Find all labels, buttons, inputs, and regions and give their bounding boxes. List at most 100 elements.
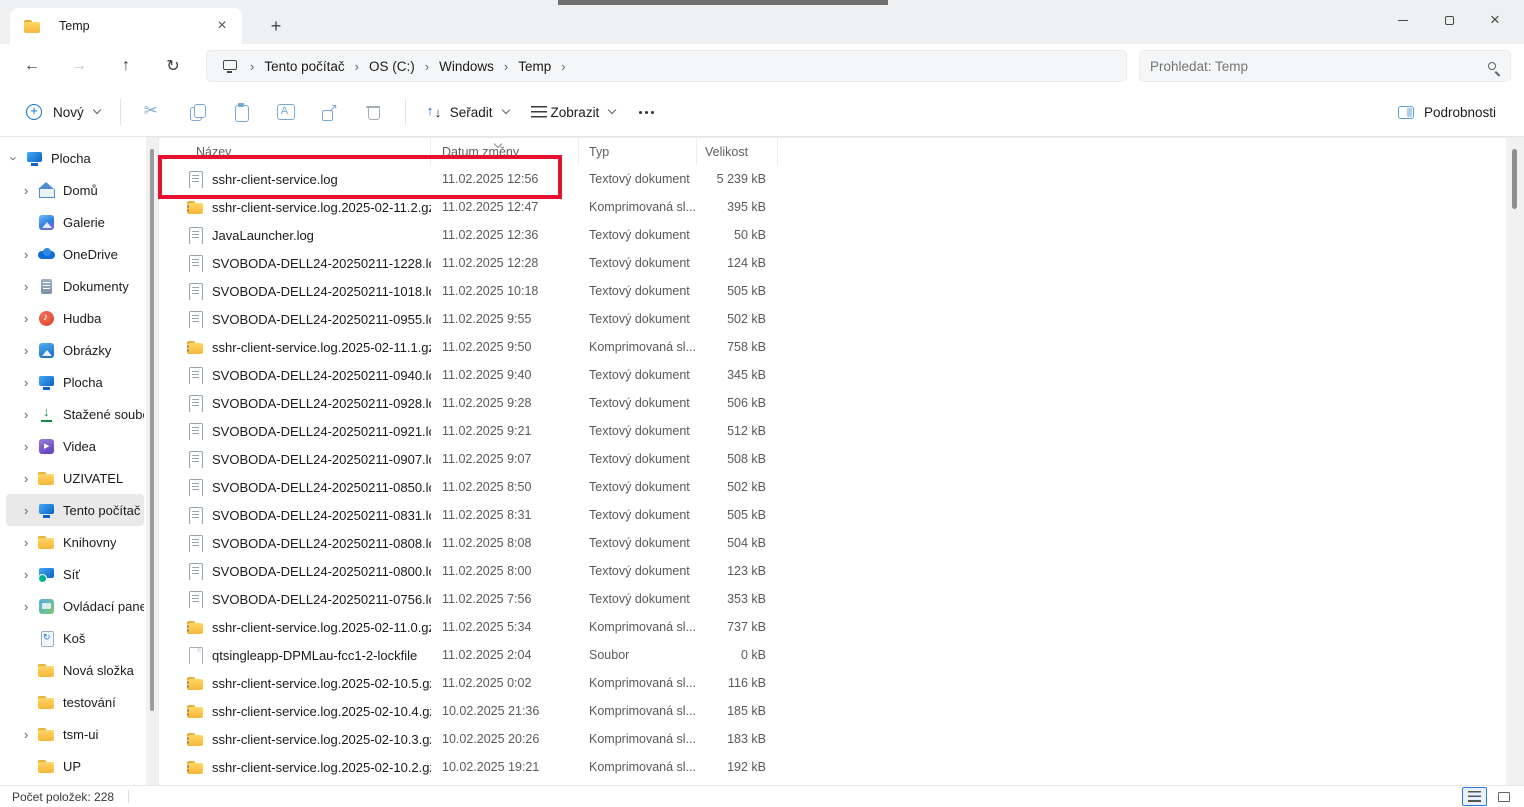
breadcrumb-item[interactable]: Tento počítač › bbox=[263, 57, 368, 76]
sidebar-item[interactable]: Koš bbox=[6, 622, 144, 654]
breadcrumb-item[interactable]: Temp › bbox=[517, 57, 574, 76]
tree-chevron-icon[interactable] bbox=[24, 439, 38, 454]
cut-button[interactable] bbox=[131, 94, 175, 130]
minimize-button[interactable] bbox=[1380, 4, 1426, 36]
file-row[interactable]: JavaLauncher.log 11.02.2025 12:36 Textov… bbox=[159, 221, 1506, 249]
share-button[interactable] bbox=[307, 94, 351, 130]
forward-button[interactable] bbox=[59, 50, 99, 82]
column-headers: Název Datum změny Typ Velikost bbox=[159, 138, 1506, 165]
search-input[interactable] bbox=[1150, 59, 1488, 74]
more-options-button[interactable] bbox=[625, 94, 669, 130]
file-row[interactable]: SVOBODA-DELL24-20250211-0928.log 11.02.2… bbox=[159, 389, 1506, 417]
breadcrumb-item[interactable]: Windows › bbox=[438, 57, 517, 76]
tree-chevron-icon[interactable] bbox=[24, 247, 38, 262]
sidebar-item[interactable]: tsm-ui bbox=[6, 718, 144, 750]
column-header-date[interactable]: Datum změny bbox=[431, 138, 579, 165]
tree-chevron-icon[interactable] bbox=[24, 599, 38, 614]
sidebar-item[interactable]: Dokumenty bbox=[6, 270, 144, 302]
search-box[interactable] bbox=[1139, 50, 1511, 82]
file-row[interactable]: sshr-client-service.log 11.02.2025 12:56… bbox=[159, 165, 1506, 193]
sidebar-item[interactable]: Domů bbox=[6, 174, 144, 206]
file-row[interactable]: SVOBODA-DELL24-20250211-0955.log 11.02.2… bbox=[159, 305, 1506, 333]
file-row[interactable]: SVOBODA-DELL24-20250211-1018.log 11.02.2… bbox=[159, 277, 1506, 305]
tree-chevron-icon[interactable] bbox=[24, 343, 38, 358]
file-row[interactable]: SVOBODA-DELL24-20250211-0921.log 11.02.2… bbox=[159, 417, 1506, 445]
file-row[interactable]: SVOBODA-DELL24-20250211-0831.log 11.02.2… bbox=[159, 501, 1506, 529]
sidebar-item[interactable]: UP bbox=[6, 750, 144, 782]
refresh-button[interactable] bbox=[153, 50, 193, 82]
close-button[interactable] bbox=[1472, 4, 1518, 36]
sidebar-item[interactable]: testování bbox=[6, 686, 144, 718]
details-pane-button[interactable]: Podrobnosti bbox=[1388, 94, 1508, 130]
sidebar-item[interactable]: Plocha bbox=[6, 366, 144, 398]
sidebar-item[interactable]: Stažené soubo bbox=[6, 398, 144, 430]
new-button[interactable]: Nový bbox=[16, 94, 110, 130]
sidebar-item[interactable]: UZIVATEL bbox=[6, 462, 144, 494]
copy-button[interactable] bbox=[175, 94, 219, 130]
sidebar-item[interactable]: Tento počítač bbox=[6, 494, 144, 526]
sidebar-item[interactable]: Videa bbox=[6, 430, 144, 462]
tree-chevron-icon[interactable] bbox=[24, 471, 38, 486]
sidebar-scrollbar-thumb[interactable] bbox=[150, 149, 154, 711]
sidebar-item[interactable]: Galerie bbox=[6, 206, 144, 238]
details-view-toggle[interactable] bbox=[1462, 787, 1487, 806]
tree-chevron-icon[interactable] bbox=[24, 567, 38, 582]
sidebar-scrollbar[interactable] bbox=[146, 137, 158, 785]
sort-button[interactable]: Seřadit bbox=[416, 94, 519, 130]
view-button[interactable]: Zobrazit bbox=[519, 94, 626, 130]
file-row[interactable]: sshr-client-service.log.2025-02-11.2.gz … bbox=[159, 193, 1506, 221]
breadcrumb-item[interactable]: OS (C:) › bbox=[368, 57, 438, 76]
file-row[interactable]: sshr-client-service.log.2025-02-10.2.gz … bbox=[159, 753, 1506, 781]
file-row[interactable]: SVOBODA-DELL24-20250211-0808.log 11.02.2… bbox=[159, 529, 1506, 557]
file-date: 10.02.2025 19:21 bbox=[431, 760, 579, 774]
tree-chevron-icon[interactable] bbox=[24, 183, 38, 198]
sidebar-item[interactable]: Knihovny bbox=[6, 526, 144, 558]
back-button[interactable] bbox=[12, 50, 52, 82]
file-type-icon bbox=[187, 423, 204, 440]
sidebar-item[interactable]: Plocha bbox=[6, 142, 144, 174]
sidebar-item[interactable]: Ovládací pane bbox=[6, 590, 144, 622]
sidebar-item[interactable]: Obrázky bbox=[6, 334, 144, 366]
tree-chevron-icon[interactable] bbox=[24, 503, 38, 518]
file-row[interactable]: sshr-client-service.log.2025-02-11.1.gz … bbox=[159, 333, 1506, 361]
sidebar-item[interactable]: Nová složka bbox=[6, 654, 144, 686]
paste-button[interactable] bbox=[219, 94, 263, 130]
sidebar-item[interactable]: OneDrive bbox=[6, 238, 144, 270]
file-name: SVOBODA-DELL24-20250211-1228.log bbox=[212, 256, 431, 271]
column-header-name[interactable]: Název bbox=[159, 138, 431, 165]
list-scrollbar-thumb[interactable] bbox=[1512, 149, 1517, 209]
file-row[interactable]: sshr-client-service.log.2025-02-10.4.gz … bbox=[159, 697, 1506, 725]
delete-button[interactable] bbox=[351, 94, 395, 130]
file-row[interactable]: SVOBODA-DELL24-20250211-0800.log 11.02.2… bbox=[159, 557, 1506, 585]
tree-chevron-icon[interactable] bbox=[24, 311, 38, 326]
up-button[interactable] bbox=[106, 50, 146, 82]
file-row[interactable]: SVOBODA-DELL24-20250211-0940.log 11.02.2… bbox=[159, 361, 1506, 389]
column-header-size[interactable]: Velikost bbox=[697, 138, 778, 165]
maximize-button[interactable] bbox=[1426, 4, 1472, 36]
file-row[interactable]: SVOBODA-DELL24-20250211-0756.log 11.02.2… bbox=[159, 585, 1506, 613]
file-row[interactable]: SVOBODA-DELL24-20250211-0850.log 11.02.2… bbox=[159, 473, 1506, 501]
new-tab-button[interactable] bbox=[260, 10, 292, 42]
file-size: 50 kB bbox=[697, 228, 778, 242]
tree-chevron-icon[interactable] bbox=[24, 727, 38, 742]
file-row[interactable]: sshr-client-service.log.2025-02-10.3.gz … bbox=[159, 725, 1506, 753]
rename-button[interactable] bbox=[263, 94, 307, 130]
file-row[interactable]: sshr-client-service.log.2025-02-10.5.gz … bbox=[159, 669, 1506, 697]
column-header-type[interactable]: Typ bbox=[579, 138, 697, 165]
tree-chevron-icon[interactable] bbox=[24, 375, 38, 390]
sidebar-item[interactable]: Hudba bbox=[6, 302, 144, 334]
file-row[interactable]: SVOBODA-DELL24-20250211-1228.log 11.02.2… bbox=[159, 249, 1506, 277]
tree-chevron-icon[interactable] bbox=[24, 535, 38, 550]
sidebar-item[interactable]: Síť bbox=[6, 558, 144, 590]
tab-temp[interactable]: Temp bbox=[10, 8, 242, 44]
icons-view-toggle[interactable] bbox=[1491, 787, 1516, 806]
list-scrollbar[interactable] bbox=[1506, 137, 1524, 785]
file-row[interactable]: qtsingleapp-DPMLau-fcc1-2-lockfile 11.02… bbox=[159, 641, 1506, 669]
file-row[interactable]: SVOBODA-DELL24-20250211-0907.log 11.02.2… bbox=[159, 445, 1506, 473]
breadcrumb-bar[interactable]: › Tento počítač › OS (C:) › Windows bbox=[206, 50, 1127, 82]
tree-chevron-icon[interactable] bbox=[24, 279, 38, 294]
file-row[interactable]: sshr-client-service.log.2025-02-11.0.gz … bbox=[159, 613, 1506, 641]
tab-close-icon[interactable] bbox=[212, 16, 232, 36]
tree-chevron-icon[interactable] bbox=[24, 407, 38, 422]
tree-chevron-icon[interactable] bbox=[12, 151, 26, 166]
